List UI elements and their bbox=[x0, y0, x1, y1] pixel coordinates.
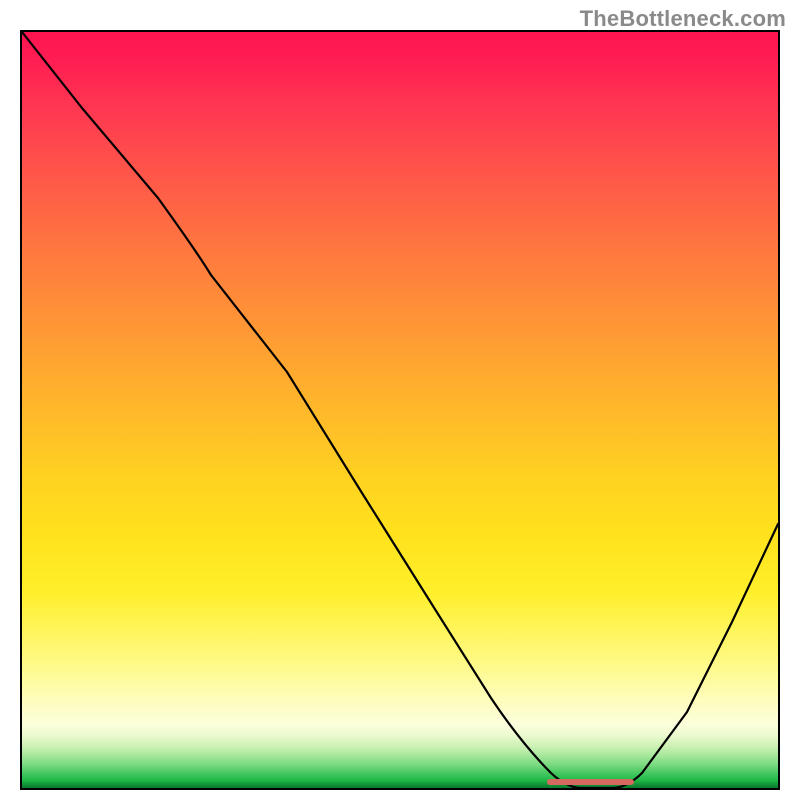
optimal-range-marker bbox=[547, 779, 634, 785]
watermark-text: TheBottleneck.com bbox=[580, 6, 786, 32]
plot-frame bbox=[20, 30, 780, 790]
bottleneck-curve bbox=[22, 32, 778, 788]
chart-stage: TheBottleneck.com bbox=[0, 0, 800, 800]
bottleneck-curve-path bbox=[22, 32, 778, 788]
